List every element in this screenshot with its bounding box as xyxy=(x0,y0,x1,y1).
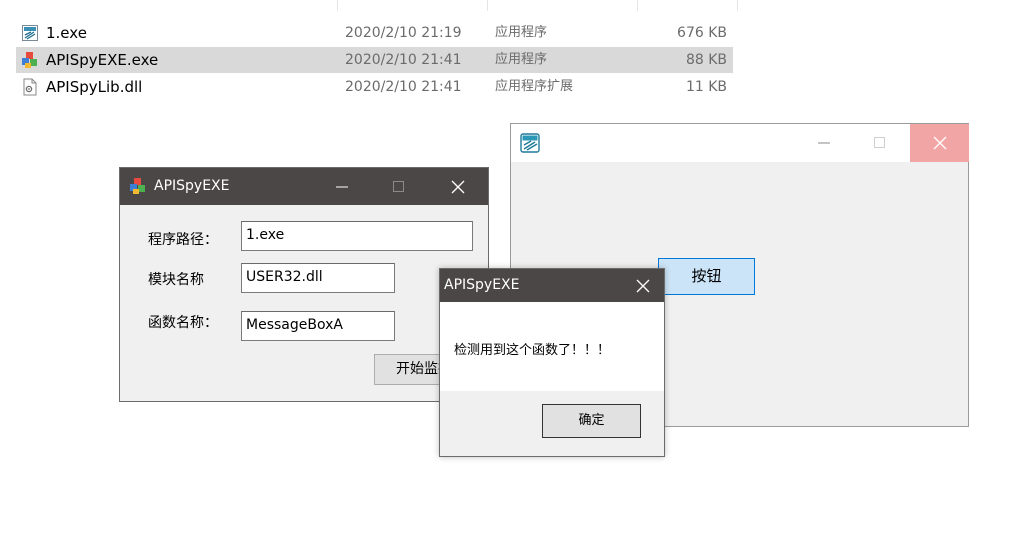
close-icon xyxy=(451,180,465,193)
close-button[interactable] xyxy=(439,168,477,205)
title-bar[interactable] xyxy=(511,124,969,162)
file-row-1exe[interactable]: 1.exe 2020/2/10 21:19 应用程序 676 KB xyxy=(16,20,733,46)
maximize-icon xyxy=(874,137,885,148)
message-body: 检测用到这个函数了！！！ xyxy=(440,302,664,391)
app-blocks-icon xyxy=(22,52,37,68)
close-icon xyxy=(933,136,946,150)
column-separator[interactable] xyxy=(337,0,338,11)
title-bar[interactable]: APISpyEXE xyxy=(120,168,488,205)
file-type: 应用程序 xyxy=(495,25,548,40)
file-row-apispylib[interactable]: APISpyLib.dll 2020/2/10 21:41 应用程序扩展 11 … xyxy=(16,74,733,100)
ok-button[interactable]: 确定 xyxy=(542,404,641,438)
function-input[interactable]: MessageBoxA xyxy=(241,311,395,341)
button-control[interactable]: 按钮 xyxy=(658,258,755,295)
file-size: 88 KB xyxy=(685,52,727,68)
file-date: 2020/2/10 21:41 xyxy=(345,79,462,95)
message-text: 检测用到这个函数了！！！ xyxy=(454,343,611,358)
file-size: 676 KB xyxy=(677,25,727,41)
path-input[interactable]: 1.exe xyxy=(241,221,473,251)
minimize-icon xyxy=(818,142,830,144)
close-button[interactable] xyxy=(624,269,662,302)
column-separator[interactable] xyxy=(737,0,738,11)
path-label: 程序路径： xyxy=(148,232,218,248)
module-label: 模块名称 xyxy=(148,272,204,288)
window-title: APISpyEXE xyxy=(444,277,520,293)
file-size: 11 KB xyxy=(685,79,727,95)
close-icon xyxy=(636,279,650,292)
file-date: 2020/2/10 21:41 xyxy=(345,52,462,68)
function-label: 函数名称： xyxy=(148,315,218,331)
maximize-button[interactable] xyxy=(380,168,418,205)
file-date: 2020/2/10 21:19 xyxy=(345,25,462,41)
file-name: 1.exe xyxy=(46,24,87,42)
app-stripes-icon xyxy=(520,133,540,153)
file-name: APISpyEXE.exe xyxy=(46,51,159,69)
column-separator[interactable] xyxy=(487,0,488,11)
message-box: APISpyEXE 检测用到这个函数了！！！ 确定 xyxy=(439,268,665,457)
column-separator[interactable] xyxy=(637,0,638,11)
dll-file-icon xyxy=(23,78,37,96)
close-button[interactable] xyxy=(910,124,969,162)
window-title: APISpyEXE xyxy=(154,178,230,194)
file-name: APISpyLib.dll xyxy=(46,78,143,96)
maximize-icon xyxy=(393,180,404,192)
minimize-icon xyxy=(336,186,348,187)
app-blocks-icon xyxy=(130,178,145,194)
file-type: 应用程序扩展 xyxy=(495,79,574,94)
generic-exe-icon xyxy=(22,25,38,41)
module-input[interactable]: USER32.dll xyxy=(241,263,395,293)
minimize-button[interactable] xyxy=(805,124,843,162)
file-type: 应用程序 xyxy=(495,52,548,67)
file-row-apispyexe[interactable]: APISpyEXE.exe 2020/2/10 21:41 应用程序 88 KB xyxy=(16,47,733,73)
maximize-button[interactable] xyxy=(861,124,899,162)
title-bar[interactable]: APISpyEXE xyxy=(440,269,664,302)
apispy-main-window: APISpyEXE 程序路径： 1.exe 模块名称 USER32.dll 函数… xyxy=(119,167,489,402)
minimize-button[interactable] xyxy=(323,168,361,205)
